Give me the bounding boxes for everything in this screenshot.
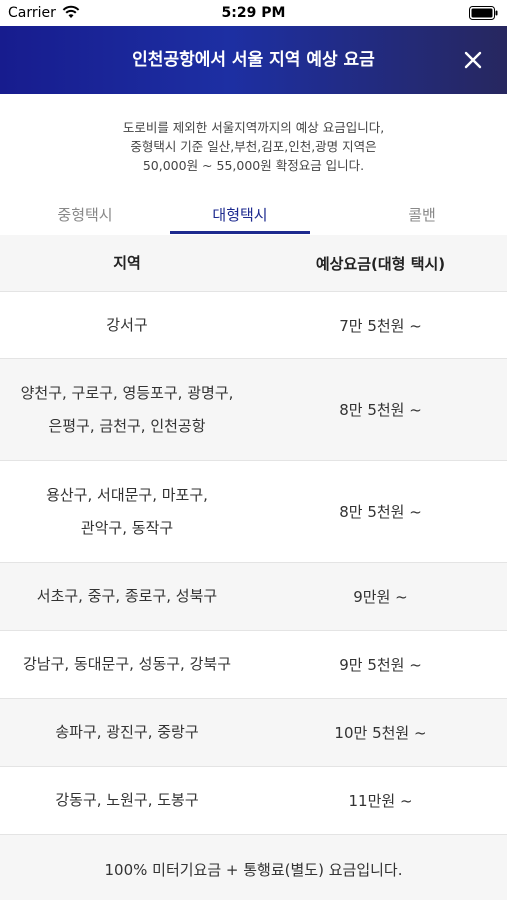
column-header-fare: 예상요금(대형 택시) [315, 254, 446, 273]
region-cell: 강남구, 동대문구, 성동구, 강북구 [0, 631, 254, 698]
notice-line: 50,000원 ~ 55,000원 확정요금 입니다. [142, 158, 365, 173]
region-cell: 강서구 [0, 292, 254, 358]
status-bar: Carrier 5:29 PM [0, 0, 507, 26]
fare-table: 지역 예상요금(대형 택시) 강서구 7만 5천원 ~ 양천구, 구로구, 영등… [0, 235, 507, 900]
fare-cell: 7만 5천원 ~ [339, 316, 422, 335]
tab-large-taxi[interactable]: 대형택시 [170, 200, 310, 235]
table-row: 양천구, 구로구, 영등포구, 광명구, 은평구, 금천구, 인천공항 8만 5… [0, 359, 507, 461]
table-header-row: 지역 예상요금(대형 택시) [0, 235, 507, 292]
region-text: 용산구, 서대문구, 마포구, [46, 485, 208, 504]
status-time: 5:29 PM [221, 5, 286, 21]
region-cell: 강동구, 노원구, 도봉구 [0, 767, 254, 834]
region-text: 송파구, 광진구, 중랑구 [55, 723, 199, 741]
table-row: 용산구, 서대문구, 마포구, 관악구, 동작구 8만 5천원 ~ [0, 461, 507, 563]
header-bar: 인천공항에서 서울 지역 예상 요금 [0, 26, 507, 94]
region-text: 강동구, 노원구, 도봉구 [55, 791, 199, 809]
region-text: 강서구 [106, 315, 148, 334]
close-icon [464, 51, 482, 69]
fare-cell: 8만 5천원 ~ [339, 401, 422, 419]
table-row: 강남구, 동대문구, 성동구, 강북구 9만 5천원 ~ [0, 631, 507, 699]
region-cell: 송파구, 광진구, 중랑구 [0, 699, 254, 766]
close-button[interactable] [461, 48, 485, 72]
region-text: 강남구, 동대문구, 성동구, 강북구 [22, 655, 231, 673]
region-text: 서초구, 중구, 종로구, 성북구 [36, 587, 218, 605]
region-cell: 양천구, 구로구, 영등포구, 광명구, 은평구, 금천구, 인천공항 [0, 359, 254, 460]
tab-call-van[interactable]: 콜밴 [352, 200, 492, 235]
taxi-type-tabs: 중형택시 대형택시 콜밴 [0, 200, 507, 235]
table-row: 강서구 7만 5천원 ~ [0, 292, 507, 359]
region-cell: 서초구, 중구, 종로구, 성북구 [0, 563, 254, 630]
table-row: 송파구, 광진구, 중랑구 10만 5천원 ~ [0, 699, 507, 767]
column-header-region: 지역 [113, 253, 141, 272]
battery-icon [469, 6, 498, 20]
tab-midsize-taxi[interactable]: 중형택시 [15, 200, 155, 235]
fare-cell: 11만원 ~ [348, 792, 413, 810]
region-text: 은평구, 금천구, 인천공항 [48, 416, 206, 435]
region-text: 관악구, 동작구 [80, 518, 174, 537]
region-cell: 용산구, 서대문구, 마포구, 관악구, 동작구 [0, 461, 254, 562]
active-tab-indicator [170, 231, 310, 234]
fare-notice: 도로비를 제외한 서울지역까지의 예상 요금입니다, 중형택시 기준 일산,부천… [0, 118, 507, 175]
table-row: 서초구, 중구, 종로구, 성북구 9만원 ~ [0, 563, 507, 631]
fare-cell: 9만원 ~ [353, 588, 408, 606]
fare-cell: 10만 5천원 ~ [334, 724, 427, 742]
region-text: 양천구, 구로구, 영등포구, 광명구, [20, 383, 234, 402]
fare-footnote: 100% 미터기요금 + 통행료(별도) 요금입니다. [104, 861, 403, 879]
fare-cell: 8만 5천원 ~ [339, 503, 422, 521]
page-title: 인천공항에서 서울 지역 예상 요금 [132, 50, 375, 70]
notice-line: 도로비를 제외한 서울지역까지의 예상 요금입니다, [122, 120, 385, 135]
table-row: 강동구, 노원구, 도봉구 11만원 ~ [0, 767, 507, 835]
table-footer-row: 100% 미터기요금 + 통행료(별도) 요금입니다. [0, 835, 507, 900]
fare-cell: 9만 5천원 ~ [339, 656, 422, 674]
notice-line: 중형택시 기준 일산,부천,김포,인천,광명 지역은 [130, 139, 377, 154]
